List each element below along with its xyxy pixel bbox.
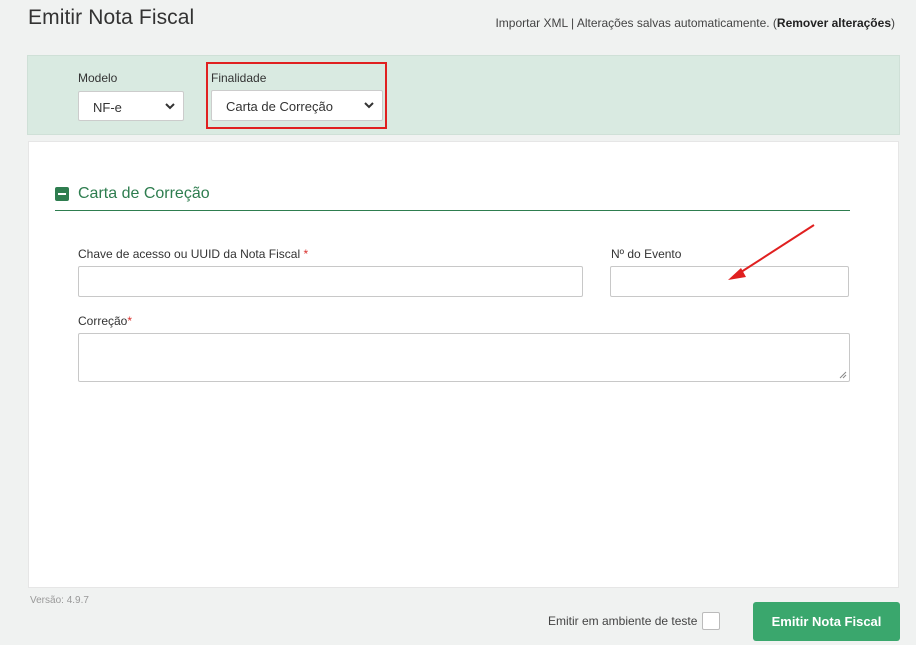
- chevron-down-icon: [165, 103, 175, 110]
- chave-acesso-input[interactable]: [78, 266, 583, 297]
- test-env-checkbox[interactable]: [702, 612, 720, 630]
- finalidade-highlight-box: [206, 62, 387, 129]
- minus-square-icon[interactable]: [55, 187, 69, 201]
- resize-handle-icon[interactable]: [839, 371, 847, 379]
- remove-changes-link[interactable]: Remover alterações: [777, 16, 891, 30]
- chave-label: Chave de acesso ou UUID da Nota Fiscal *: [78, 247, 308, 261]
- chave-label-text: Chave de acesso ou UUID da Nota Fiscal: [78, 247, 301, 261]
- correcao-required-mark: *: [127, 314, 133, 328]
- version-label: Versão: 4.9.7: [30, 595, 89, 606]
- correcao-label: Correção*: [78, 314, 132, 328]
- autosave-close: ): [891, 16, 895, 30]
- modelo-label: Modelo: [78, 71, 118, 85]
- annotation-arrow-icon: [728, 224, 815, 280]
- autosave-text: Alterações salvas automaticamente. (: [576, 16, 777, 30]
- test-env-label: Emitir em ambiente de teste: [548, 614, 698, 628]
- section-divider: [55, 210, 850, 211]
- page-title: Emitir Nota Fiscal: [28, 6, 195, 29]
- import-xml-link[interactable]: Importar XML: [495, 16, 567, 30]
- correcao-label-text: Correção: [78, 314, 128, 328]
- modelo-select-value: NF-e: [93, 100, 122, 115]
- top-links: Importar XML | Alterações salvas automat…: [495, 16, 895, 30]
- modelo-select[interactable]: NF-e: [78, 91, 184, 121]
- chave-required-mark: *: [303, 247, 309, 261]
- emitir-nota-fiscal-button[interactable]: Emitir Nota Fiscal: [753, 602, 900, 641]
- correcao-textarea[interactable]: [78, 333, 850, 382]
- link-separator: |: [571, 16, 575, 30]
- section-title: Carta de Correção: [78, 185, 210, 202]
- evento-label: Nº do Evento: [611, 247, 682, 261]
